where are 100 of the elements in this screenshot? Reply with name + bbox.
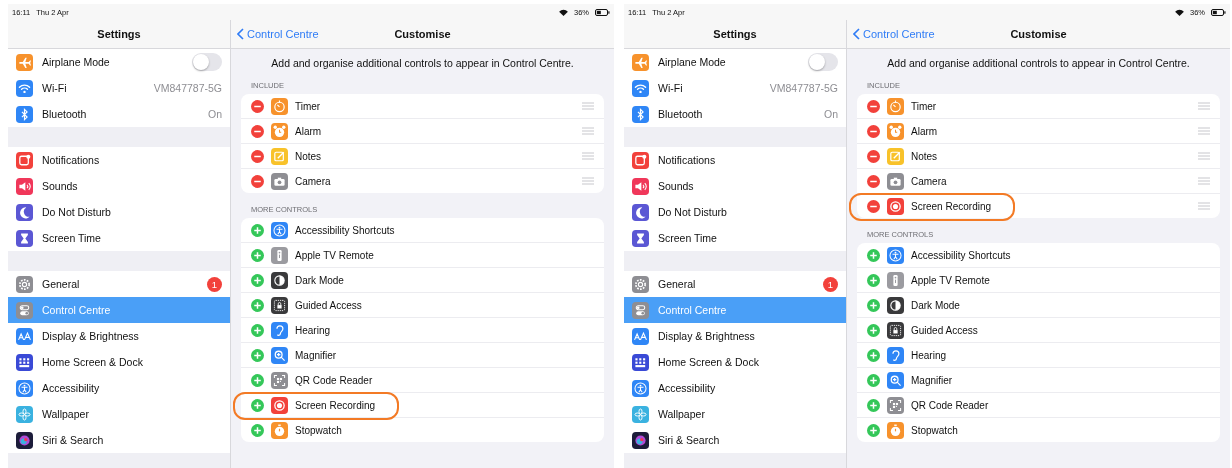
settings-item[interactable]: Do Not Disturb: [8, 199, 230, 225]
toggle-switch[interactable]: [808, 53, 838, 71]
moon-icon: [16, 203, 33, 221]
add-button[interactable]: [867, 298, 880, 312]
settings-item[interactable]: Display & Brightness: [624, 323, 846, 349]
settings-item[interactable]: Wallpaper: [8, 401, 230, 427]
settings-item[interactable]: Wi-Fi VM847787-5G: [624, 75, 846, 101]
notepad-icon: [887, 147, 904, 165]
remote-icon: [887, 271, 904, 289]
accessibility-icon: [271, 221, 288, 239]
remove-button[interactable]: [867, 149, 880, 163]
remove-button[interactable]: [867, 99, 880, 113]
settings-item[interactable]: Wi-Fi VM847787-5G: [8, 75, 230, 101]
control-label: Alarm: [911, 125, 939, 137]
add-button[interactable]: [867, 423, 880, 437]
remove-button[interactable]: [867, 124, 880, 138]
remove-button[interactable]: [251, 124, 264, 138]
accessibility-icon: [16, 379, 33, 397]
camera-icon: [887, 172, 904, 190]
settings-item[interactable]: Bluetooth On: [624, 101, 846, 127]
setting-value: VM847787-5G: [153, 82, 222, 94]
settings-item[interactable]: Notifications: [624, 147, 846, 173]
drag-handle-icon[interactable]: [1198, 102, 1210, 110]
settings-item[interactable]: Airplane Mode: [624, 49, 846, 75]
settings-item[interactable]: Airplane Mode: [8, 49, 230, 75]
hourglass-icon: [16, 229, 33, 247]
hourglass-icon: [632, 229, 649, 247]
remove-button[interactable]: [251, 149, 264, 163]
add-button[interactable]: [251, 423, 264, 437]
remove-button[interactable]: [867, 199, 880, 213]
remove-button[interactable]: [867, 174, 880, 188]
stopwatch-icon: [887, 421, 904, 439]
settings-item[interactable]: Do Not Disturb: [624, 199, 846, 225]
record-icon: [271, 396, 288, 414]
ear-icon: [271, 321, 288, 339]
toggle-switch[interactable]: [192, 53, 222, 71]
settings-item[interactable]: Home Screen & Dock: [8, 349, 230, 375]
add-button[interactable]: [867, 248, 880, 262]
alarm-clock-icon: [271, 122, 288, 140]
stopwatch-icon: [271, 421, 288, 439]
add-button[interactable]: [867, 273, 880, 287]
add-button[interactable]: [867, 323, 880, 337]
flower-icon: [632, 405, 649, 423]
settings-item[interactable]: Screen Time: [624, 225, 846, 251]
settings-item[interactable]: Wallpaper: [624, 401, 846, 427]
remove-button[interactable]: [251, 174, 264, 188]
settings-item[interactable]: Sounds: [8, 173, 230, 199]
add-button[interactable]: [251, 348, 264, 362]
drag-handle-icon[interactable]: [1198, 202, 1210, 210]
control-label: Dark Mode: [911, 299, 961, 311]
notification-badge: 1: [207, 276, 222, 292]
orb-icon: [632, 431, 649, 449]
control-label: Notes: [295, 150, 323, 162]
description-text: Add and organise additional controls to appear in Control Centre.: [887, 57, 1190, 69]
settings-item[interactable]: General 1: [624, 271, 846, 297]
add-button[interactable]: [251, 248, 264, 262]
settings-item[interactable]: Home Screen & Dock: [624, 349, 846, 375]
drag-handle-icon[interactable]: [1198, 127, 1210, 135]
control-label: Camera: [295, 175, 332, 187]
page-title: Customise: [394, 28, 451, 40]
settings-item[interactable]: Screen Time: [8, 225, 230, 251]
add-button[interactable]: [251, 223, 264, 237]
back-button[interactable]: Control Centre: [853, 20, 935, 48]
add-button[interactable]: [251, 298, 264, 312]
back-button[interactable]: Control Centre: [237, 20, 319, 48]
settings-item[interactable]: General 1: [8, 271, 230, 297]
drag-handle-icon[interactable]: [1198, 152, 1210, 160]
battery-icon: [1211, 8, 1226, 16]
bluetooth-icon: [16, 105, 33, 123]
notification-icon: [16, 151, 33, 169]
drag-handle-icon[interactable]: [582, 177, 594, 185]
drag-handle-icon[interactable]: [582, 102, 594, 110]
drag-handle-icon[interactable]: [582, 127, 594, 135]
settings-item[interactable]: Accessibility: [8, 375, 230, 401]
accessibility-icon: [632, 379, 649, 397]
chevron-icon: [237, 28, 244, 40]
settings-item[interactable]: Siri & Search: [624, 427, 846, 453]
add-button[interactable]: [251, 273, 264, 287]
add-button[interactable]: [867, 373, 880, 387]
settings-item[interactable]: Display & Brightness: [8, 323, 230, 349]
add-button[interactable]: [251, 398, 264, 412]
drag-handle-icon[interactable]: [1198, 177, 1210, 185]
settings-item[interactable]: Bluetooth On: [8, 101, 230, 127]
settings-item[interactable]: Accessibility: [624, 375, 846, 401]
control-label: Camera: [911, 175, 948, 187]
notepad-icon: [271, 147, 288, 165]
add-button[interactable]: [867, 348, 880, 362]
settings-item[interactable]: Sounds: [624, 173, 846, 199]
add-button[interactable]: [867, 398, 880, 412]
switches-icon: [632, 301, 649, 319]
add-button[interactable]: [251, 373, 264, 387]
airplane-icon: [632, 53, 649, 71]
add-button[interactable]: [251, 323, 264, 337]
drag-handle-icon[interactable]: [582, 152, 594, 160]
remove-button[interactable]: [251, 99, 264, 113]
control-label: Stopwatch: [911, 424, 959, 436]
settings-item[interactable]: Siri & Search: [8, 427, 230, 453]
settings-item[interactable]: Notifications: [8, 147, 230, 173]
switches-icon: [16, 301, 33, 319]
notification-badge: 1: [823, 276, 838, 292]
